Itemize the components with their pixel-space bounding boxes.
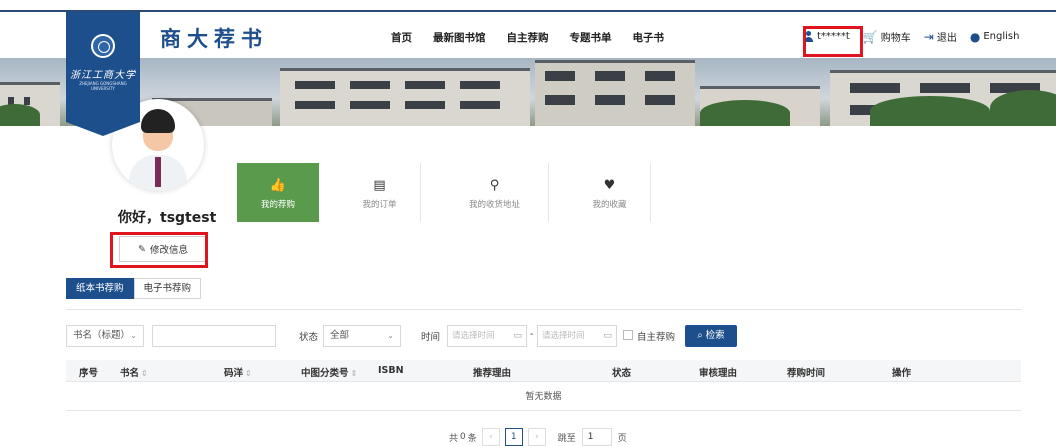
chevron-down-icon: ⌄ [387, 331, 394, 340]
thumbs-up-icon: 👍 [269, 178, 287, 193]
empty-table-message: 暂无数据 [66, 383, 1021, 411]
tile-my-recommend[interactable]: 👍 我的荐购 [237, 163, 319, 222]
highlight-user-box [803, 26, 863, 57]
col-reason: 推荐理由 [473, 368, 512, 379]
jump-label: 跳至 [557, 433, 576, 444]
logo-chinese-name: 浙江工商大学 [70, 70, 136, 81]
calendar-icon: ▭ [603, 331, 612, 341]
total-prefix: 共 [449, 433, 459, 444]
field-select[interactable]: 书名（标题） ⌄ [66, 325, 144, 347]
tile-label: 我的收货地址 [468, 200, 520, 210]
tile-my-favorites[interactable]: ♥ 我的收藏 [569, 163, 651, 222]
logout-icon: ⇥ [923, 29, 934, 44]
calendar-icon: ▭ [513, 331, 522, 341]
cart-icon: 🛒 [862, 29, 878, 44]
search-icon: ⌕ [697, 330, 703, 341]
language-switch[interactable]: ● English [970, 30, 1020, 44]
col-title[interactable]: 书名 ⇕ [120, 365, 148, 379]
start-date-input[interactable]: 请选择时间 ▭ [447, 325, 527, 347]
time-label: 时间 [421, 332, 441, 343]
top-header: 浙江工商大学 ZHEJIANG GONGSHANG UNIVERSITY 商大荐… [0, 10, 1056, 136]
end-date-placeholder: 请选择时间 [542, 331, 585, 341]
self-recommend-checkbox[interactable] [623, 330, 633, 340]
status-select-value: 全部 [330, 330, 350, 341]
col-isbn: ISBN [378, 365, 404, 376]
sort-icon: ⇕ [245, 369, 252, 378]
keyword-input[interactable] [152, 325, 276, 347]
divider [66, 309, 1021, 310]
status-label: 状态 [299, 332, 319, 343]
greeting-text: 你好，tsgtest [118, 210, 217, 226]
total-count: 0 [460, 432, 466, 442]
nav-ebook[interactable]: 电子书 [633, 30, 665, 45]
sort-icon: ⇕ [350, 369, 358, 378]
main-nav: 首页 最新图书馆 自主荐购 专题书单 电子书 [391, 30, 685, 45]
logout-link[interactable]: ⇥ 退出 [923, 29, 957, 45]
nav-topic-booklist[interactable]: 专题书单 [570, 30, 612, 45]
language-label: English [983, 31, 1020, 42]
search-button-label: 检索 [705, 330, 725, 341]
highlight-edit-box [110, 232, 208, 268]
seal-icon [91, 34, 115, 58]
site-brand[interactable]: 商大荐书 [160, 23, 268, 53]
start-date-placeholder: 请选择时间 [452, 331, 495, 341]
tile-my-orders[interactable]: ▤ 我的订单 [339, 163, 421, 222]
cart-link[interactable]: 🛒 购物车 [862, 29, 911, 45]
col-index: 序号 [79, 368, 99, 379]
table-header: 序号 书名 ⇕ 码洋 ⇕ 中图分类号 ⇕ ISBN 推荐理由 状态 审核理由 荐购时间… [66, 360, 1021, 382]
pagination: 共 0 条 ‹ 1 › 跳至 1 页 [449, 428, 627, 446]
filter-bar: 书名（标题） ⌄ 状态 全部 ⌄ 时间 请选择时间 ▭ - 请选择时间 ▭ 自主… [66, 325, 1021, 347]
tab-ebook[interactable]: 电子书荐购 [133, 278, 202, 299]
tile-label: 我的订单 [362, 200, 397, 210]
self-recommend-label: 自主荐购 [637, 332, 676, 343]
order-list-icon: ▤ [373, 178, 386, 193]
col-review-reason: 审核理由 [699, 368, 738, 379]
location-pin-icon: ⚲ [489, 178, 500, 193]
status-select[interactable]: 全部 ⌄ [323, 325, 401, 347]
col-classification[interactable]: 中图分类号 ⇕ [301, 365, 357, 379]
col-recommend-time: 荐购时间 [787, 368, 826, 379]
globe-icon: ● [969, 29, 981, 44]
cart-label: 购物车 [880, 33, 911, 44]
total-suffix: 条 [467, 433, 477, 444]
sort-icon: ⇕ [141, 369, 148, 378]
page-number[interactable]: 1 [504, 428, 523, 446]
next-page-button[interactable]: › [527, 428, 546, 446]
col-price[interactable]: 码洋 ⇕ [224, 365, 252, 379]
page: 浙江工商大学 ZHEJIANG GONGSHANG UNIVERSITY 商大荐… [0, 0, 1056, 446]
col-status: 状态 [612, 368, 632, 379]
jump-page-input[interactable]: 1 [581, 428, 612, 446]
page-suffix: 页 [617, 433, 627, 444]
logout-label: 退出 [936, 33, 957, 44]
tile-my-address[interactable]: ⚲ 我的收货地址 [441, 163, 549, 222]
heart-icon: ♥ [603, 178, 616, 193]
nav-latest-library[interactable]: 最新图书馆 [433, 30, 486, 45]
field-select-value: 书名（标题） [73, 330, 131, 341]
date-separator: - [530, 329, 534, 340]
nav-self-recommend[interactable]: 自主荐购 [507, 30, 549, 45]
col-actions: 操作 [892, 368, 912, 379]
tab-paper-book[interactable]: 纸本书荐购 [66, 278, 134, 299]
end-date-input[interactable]: 请选择时间 ▭ [537, 325, 617, 347]
search-button[interactable]: ⌕ 检索 [685, 325, 737, 347]
purchase-type-tabs: 纸本书荐购 电子书荐购 [66, 278, 202, 299]
nav-home[interactable]: 首页 [391, 30, 412, 45]
university-logo[interactable]: 浙江工商大学 ZHEJIANG GONGSHANG UNIVERSITY [66, 12, 140, 136]
profile-tiles: 👍 我的荐购 ▤ 我的订单 ⚲ 我的收货地址 ♥ 我的收藏 [237, 163, 671, 222]
chevron-down-icon: ⌄ [130, 331, 137, 340]
tile-label: 我的荐购 [260, 200, 295, 210]
logo-english-name: ZHEJIANG GONGSHANG UNIVERSITY [79, 81, 127, 91]
tile-label: 我的收藏 [592, 200, 627, 210]
prev-page-button[interactable]: ‹ [481, 428, 500, 446]
